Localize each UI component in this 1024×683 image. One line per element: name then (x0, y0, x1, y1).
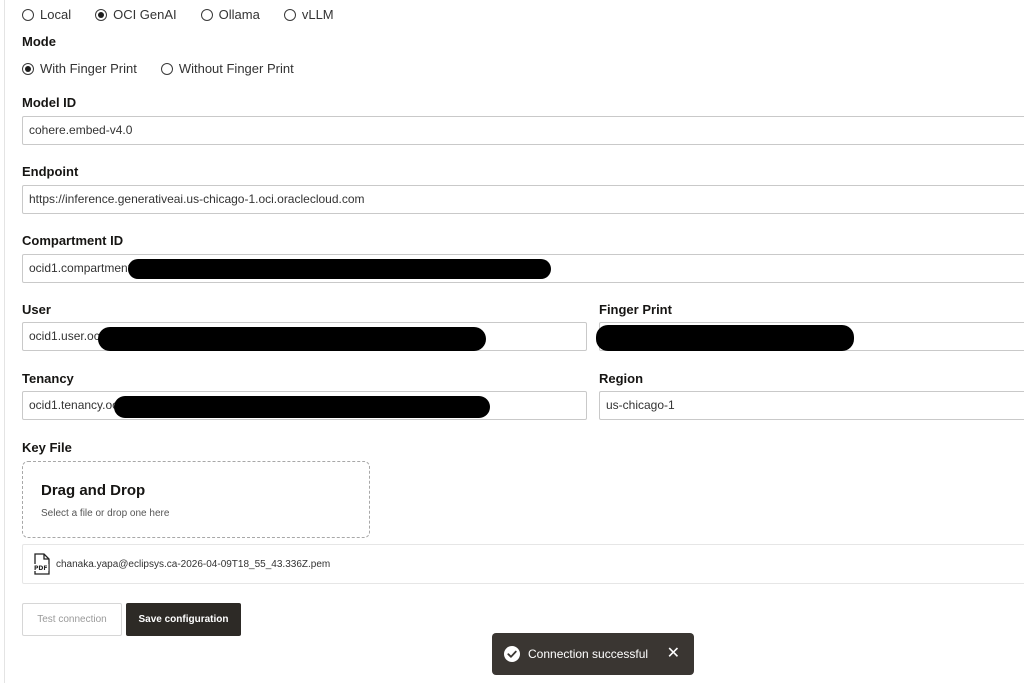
close-icon[interactable]: ✕ (667, 646, 680, 662)
check-circle-icon (504, 646, 520, 662)
mode-option-without-finger-print[interactable]: Without Finger Print (160, 61, 294, 76)
compartment-id-label: Compartment ID (22, 233, 124, 248)
radio-icon (160, 62, 173, 75)
provider-option-local[interactable]: Local (22, 7, 71, 22)
redaction-mark (596, 325, 854, 351)
redaction-mark (114, 396, 490, 418)
pdf-file-icon: PDF (33, 553, 50, 575)
user-label: User (22, 302, 51, 317)
provider-option-vllm[interactable]: vLLM (283, 7, 334, 22)
save-configuration-button[interactable]: Save configuration (126, 603, 241, 636)
provider-radio-group: Local OCI GenAI Ollama vLLM (22, 7, 358, 22)
success-toast: Connection successful ✕ (492, 633, 694, 675)
provider-option-ollama[interactable]: Ollama (200, 7, 260, 22)
toast-message: Connection successful (528, 647, 649, 661)
model-id-input[interactable]: cohere.embed-v4.0 (22, 116, 1024, 145)
provider-option-oci-genai[interactable]: OCI GenAI (95, 7, 177, 22)
radio-selected-icon (95, 8, 108, 21)
svg-text:PDF: PDF (34, 565, 47, 572)
test-connection-button[interactable]: Test connection (22, 603, 122, 636)
file-name: chanaka.yapa@eclipsys.ca-2026-04-09T18_5… (56, 559, 331, 570)
radio-icon (200, 8, 213, 21)
left-border (4, 0, 5, 683)
region-label: Region (599, 371, 644, 386)
uploaded-file-item: PDF chanaka.yapa@eclipsys.ca-2026-04-09T… (22, 544, 1024, 584)
dropzone-subtitle: Select a file or drop one here (41, 508, 170, 519)
mode-label: Mode (22, 34, 56, 49)
mode-radio-group: With Finger Print Without Finger Print (22, 61, 318, 76)
model-id-label: Model ID (22, 95, 77, 110)
redaction-mark (128, 259, 551, 279)
endpoint-label: Endpoint (22, 164, 79, 179)
finger-print-label: Finger Print (599, 302, 672, 317)
tenancy-label: Tenancy (22, 371, 74, 386)
mode-option-with-finger-print[interactable]: With Finger Print (22, 61, 137, 76)
file-dropzone[interactable]: Drag and Drop Select a file or drop one … (22, 461, 370, 538)
mode-option-label: Without Finger Print (178, 61, 294, 76)
radio-icon (283, 8, 296, 21)
provider-option-label: Local (40, 7, 72, 22)
provider-option-label: Ollama (218, 7, 260, 22)
dropzone-title: Drag and Drop (41, 482, 146, 499)
radio-selected-icon (22, 62, 34, 75)
redaction-mark (98, 327, 486, 351)
region-input[interactable]: us-chicago-1 (599, 391, 1024, 420)
radio-icon (22, 8, 34, 21)
provider-option-label: vLLM (301, 7, 334, 22)
provider-option-label: OCI GenAI (113, 7, 177, 22)
key-file-label: Key File (22, 440, 72, 455)
mode-option-label: With Finger Print (40, 61, 137, 76)
endpoint-input[interactable]: https://inference.generativeai.us-chicag… (22, 185, 1024, 214)
